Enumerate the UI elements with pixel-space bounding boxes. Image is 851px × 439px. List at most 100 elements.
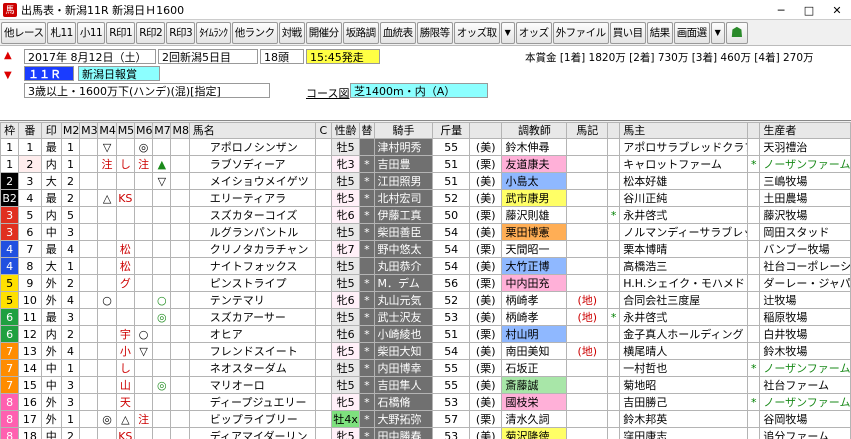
cell-kin: 54 bbox=[432, 223, 470, 241]
cell-name[interactable]: マリオーロ bbox=[188, 376, 316, 394]
cell-owner: 栗本博晴 bbox=[619, 240, 749, 258]
column-header[interactable] bbox=[747, 122, 761, 139]
cell-waku: 7 bbox=[0, 359, 20, 377]
column-header[interactable]: M7 bbox=[152, 122, 172, 139]
table-row[interactable]: 36中3ルグランパントル牡5*柴田善臣54(美)栗田博憲ノルマンディーサラブレッ… bbox=[0, 223, 851, 241]
cell-name[interactable]: スズカアーサー bbox=[188, 308, 316, 326]
column-header[interactable]: 替 bbox=[359, 122, 375, 139]
column-header[interactable]: 枠 bbox=[0, 122, 20, 139]
table-row[interactable]: 5 9 外 2 グ ピンストライプ 牡5 * M．デム 56 (栗) 中内田充 H.H.シェイク・モハメ… bbox=[0, 274, 851, 292]
table-row[interactable]: 4 8 大 1 松 ナイトフォックス 牡5 丸田恭介 54 (美) 大竹正博 高橋浩三 社台コーポレーシ… bbox=[0, 257, 851, 275]
column-header[interactable]: M8 bbox=[170, 122, 190, 139]
column-header[interactable]: 調教師 bbox=[501, 122, 568, 139]
cell-name[interactable]: テンテマリ bbox=[188, 291, 316, 309]
cell-area: (栗) bbox=[468, 240, 503, 258]
close-button[interactable]: ✕ bbox=[823, 0, 851, 20]
toolbar-button-18[interactable]: 画面選 bbox=[673, 21, 710, 44]
cell-name[interactable]: オヒア bbox=[188, 325, 316, 343]
column-header[interactable]: M2 bbox=[60, 122, 81, 139]
column-header[interactable]: C bbox=[314, 122, 332, 139]
cell-name[interactable]: フレンドスイート bbox=[188, 342, 316, 360]
table-row[interactable]: 7 14 中 1 しネオスターダム 牡5 * 内田博幸 55 (栗) 石坂正 一村哲也 * ノーザンファー… bbox=[0, 359, 851, 377]
cell-name[interactable]: ディープジュエリー bbox=[188, 393, 316, 411]
cell-m8 bbox=[170, 308, 190, 326]
cell-name[interactable]: ビップライブリー bbox=[188, 410, 316, 428]
race-name: 新潟日報賞 bbox=[78, 66, 160, 81]
cell-name[interactable]: エリーティアラ bbox=[188, 189, 316, 207]
table-row[interactable]: 6 12 内 2 宇 ○ オヒア 牡6 * 小崎綾也 51 (栗) 村山明 金子真人ホールディング 白井牧場 bbox=[0, 325, 851, 343]
toolbar-button-1[interactable]: 札11 bbox=[47, 21, 76, 44]
column-header[interactable]: M3 bbox=[79, 122, 99, 139]
race-date: 2017年 8月12日（土） bbox=[24, 49, 156, 64]
cell-name[interactable]: ナイトフォックス bbox=[188, 257, 316, 275]
cell-name[interactable]: クリノタカラチャン bbox=[188, 240, 316, 258]
toolbar-button-0[interactable]: 他レース bbox=[1, 21, 47, 44]
toolbar-button-12[interactable]: 勝限等 bbox=[416, 21, 453, 44]
cell-name[interactable]: ピンストライプ bbox=[188, 274, 316, 292]
column-header[interactable]: 斤量 bbox=[432, 122, 470, 139]
column-header[interactable]: M5 bbox=[115, 122, 135, 139]
prev-race-arrow-icon[interactable]: ▲ bbox=[4, 50, 12, 61]
column-header[interactable]: 騎手 bbox=[373, 122, 434, 139]
toolbar-button-2[interactable]: 小11 bbox=[76, 21, 106, 44]
table-row[interactable]: 8 16 外 3 天ディープジュエリー 牝5 * 石橋脩 53 (美) 國枝栄 吉田勝己 * ノーザンファ… bbox=[0, 393, 851, 411]
toolbar-button-8[interactable]: 対戦 bbox=[278, 21, 305, 44]
table-row[interactable]: 6 11 最 3 ◎ スズカアーサー 牡5 * 武士沢友 53 (美) 柄崎孝 (地) * 永井啓弍 稲原牧場 bbox=[0, 308, 851, 326]
cell-name[interactable]: ディアマイダーリン bbox=[188, 427, 316, 439]
table-row[interactable]: 4 7 最 4 松クリノタカラチャン 牝7 * 野中悠太 54 (栗) 天間昭一 栗本博晴 バンブー牧場 bbox=[0, 240, 851, 258]
toolbar-button-15[interactable]: 外ファイル bbox=[552, 21, 609, 44]
cell-name[interactable]: アポロノシンザン bbox=[188, 138, 316, 156]
maximize-button[interactable]: □ bbox=[795, 0, 823, 20]
table-row[interactable]: 8 17 外 1 ◎ △ 注 ビップライブリー 牡4x * 大野拓弥 57 (栗) 清水久詞 鈴木邦英 谷岡牧… bbox=[0, 410, 851, 428]
toolbar-button-3[interactable]: R印1 bbox=[106, 21, 136, 44]
table-row[interactable]: 7 13 外 4 小 ▽ フレンドスイート 牝5 * 柴田大知 54 (美) 南田美知 (地) 横尾晴人 鈴木… bbox=[0, 342, 851, 360]
toolbar-button-6[interactable]: ﾀｲﾑﾗﾝｸ bbox=[196, 21, 231, 44]
table-row[interactable]: 8 18 中 2 KS ディアマイダーリン 牝5 * 田中勝春 53 (美) 菊沢隆徳 窪田康志 追分ファ… bbox=[0, 427, 851, 439]
table-row[interactable]: 5 10 外 4 ○ ○ テンテマリ 牝6 * 丸山元気 52 (美) 柄崎孝 (地) 合同会社三度屋 辻牧場 bbox=[0, 291, 851, 309]
dropdown-arrow-icon[interactable]: ▼ bbox=[500, 21, 515, 44]
cell-name[interactable]: スズカターコイズ bbox=[188, 206, 316, 224]
table-row[interactable]: B2 4 最 2 △ KS エリーティアラ 牝5 * 北村宏司 52 (美) 武市康男 谷川正純 土田農場 bbox=[0, 189, 851, 207]
cell-c bbox=[314, 291, 332, 309]
cell-name[interactable]: ルグランパントル bbox=[188, 223, 316, 241]
toolbar-button-7[interactable]: 他ランク bbox=[231, 21, 278, 44]
table-row[interactable]: 1 1 最 1 ▽ ◎ アポロノシンザン 牡5 津村明秀 55 (美) 鈴木伸尋 アポロサラブレッドクラ… bbox=[0, 138, 851, 156]
user-icon[interactable]: ☗ bbox=[725, 21, 748, 44]
column-header[interactable]: 馬名 bbox=[188, 122, 316, 139]
toolbar-button-11[interactable]: 血統表 bbox=[379, 21, 416, 44]
table-row[interactable]: 2 3 大 2 ▽ メイショウメイゲツ 牡5 * 江田照男 51 (美) 小島太 松本好雄 三嶋牧場 bbox=[0, 172, 851, 190]
column-header[interactable]: 馬記 bbox=[566, 122, 609, 139]
toolbar-button-13[interactable]: オッズ取 bbox=[453, 21, 500, 44]
column-header[interactable]: M6 bbox=[133, 122, 154, 139]
next-race-arrow-icon[interactable]: ▼ bbox=[4, 70, 12, 81]
column-header[interactable]: 性齢 bbox=[330, 122, 361, 139]
toolbar-button-4[interactable]: R印2 bbox=[136, 21, 166, 44]
cell-chg: * bbox=[359, 427, 375, 439]
toolbar-button-9[interactable]: 開催分 bbox=[305, 21, 342, 44]
minimize-button[interactable]: ─ bbox=[767, 0, 795, 20]
column-header[interactable] bbox=[468, 122, 503, 139]
cell-chg: * bbox=[359, 291, 375, 309]
column-header[interactable] bbox=[607, 122, 621, 139]
toolbar-button-14[interactable]: オッズ bbox=[515, 21, 552, 44]
course-map-link[interactable]: コース図 bbox=[306, 85, 349, 101]
toolbar-button-16[interactable]: 買い目 bbox=[609, 21, 646, 44]
column-header[interactable]: 馬主 bbox=[619, 122, 749, 139]
table-row[interactable]: 1 2 内 1 注し注 ▲ ラブソディーア 牝3 * 吉田豊 51 (栗) 友道康夫 キャロットファーム *… bbox=[0, 155, 851, 173]
toolbar-button-10[interactable]: 坂路調 bbox=[342, 21, 379, 44]
dropdown-arrow-icon[interactable]: ▼ bbox=[710, 21, 725, 44]
toolbar-button-5[interactable]: R印3 bbox=[166, 21, 196, 44]
cell-name[interactable]: ラブソディーア bbox=[188, 155, 316, 173]
cell-name[interactable]: ネオスターダム bbox=[188, 359, 316, 377]
column-header[interactable]: 生産者 bbox=[759, 122, 851, 139]
toolbar-button-17[interactable]: 結果 bbox=[646, 21, 673, 44]
table-row[interactable]: 3 5 内 5 スズカターコイズ 牝6 * 伊藤工真 50 (栗) 藤沢則雄 * 永井啓弍 藤沢牧場 bbox=[0, 206, 851, 224]
cell-sex: 牡6 bbox=[330, 325, 361, 343]
column-header[interactable]: M4 bbox=[97, 122, 117, 139]
table-row[interactable]: 7 15 中 3 山 ◎ マリオーロ 牡5 * 吉田隼人 55 (美) 斎藤誠 菊地昭 社台ファーム bbox=[0, 376, 851, 394]
cell-m2: 1 bbox=[60, 138, 81, 156]
column-header[interactable]: 番 bbox=[18, 122, 42, 139]
cell-waku: 3 bbox=[0, 223, 20, 241]
cell-name[interactable]: メイショウメイゲツ bbox=[188, 172, 316, 190]
column-header[interactable]: 印 bbox=[40, 122, 62, 139]
